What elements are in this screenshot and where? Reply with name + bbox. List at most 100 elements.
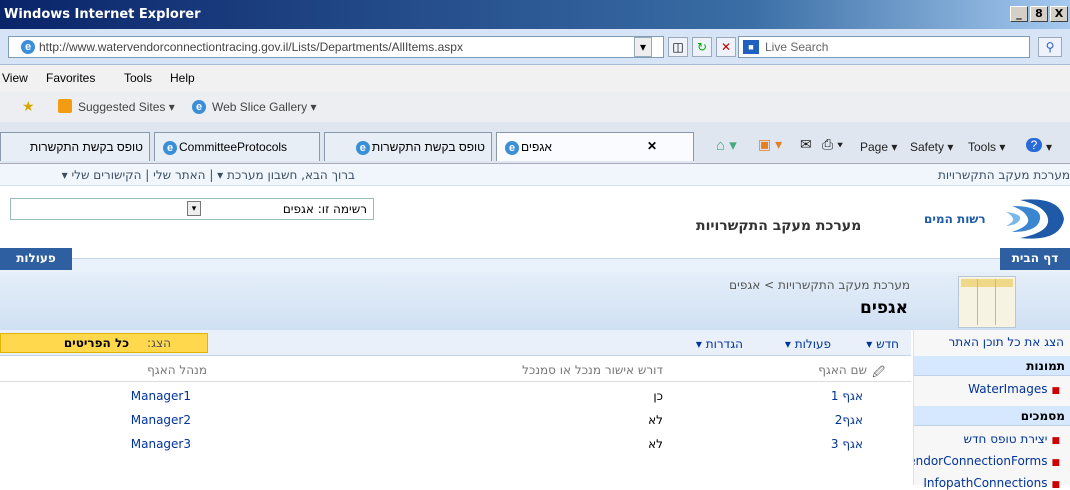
restore-button[interactable]: 8 [1030, 6, 1048, 22]
quick-item-waterimages[interactable]: ■WaterImages [914, 382, 1066, 396]
live-search-input[interactable]: ■ Live Search [738, 36, 1030, 58]
column-header-name[interactable]: שם האגף [818, 363, 867, 377]
refresh-icon[interactable]: ↻ [692, 37, 712, 57]
list-icon [958, 276, 1016, 328]
address-toolbar: e http://www.watervendorconnectiontracin… [0, 29, 1070, 65]
menu-favorites[interactable]: Favorites [46, 71, 95, 85]
menu-bar: View Favorites Tools Help [0, 65, 1070, 92]
row-name-link[interactable]: אגף 1 [831, 389, 863, 403]
settings-menu[interactable]: הגדרות ▾ [696, 337, 743, 351]
sp-top-strip: מערכת מעקב התקשרויות ברוך הבא, חשבון מער… [0, 164, 1070, 186]
quick-item-infopathconnections[interactable]: ■InfopathConnections [914, 476, 1066, 490]
row-requires-value: כן [653, 389, 663, 403]
row-name-link[interactable]: אגף 3 [831, 437, 863, 451]
quick-item-vendorconnectionforms[interactable]: ■VendorConnectionForms [914, 454, 1066, 468]
list-selector-dropdown-icon[interactable]: ▾ [187, 201, 201, 216]
new-menu[interactable]: חדש ▾ [866, 337, 899, 351]
home-tab[interactable]: דף הבית [1000, 248, 1070, 270]
ie-tab-icon: e [505, 140, 519, 155]
tab-contract-request-1[interactable]: טופס בקשת התקשרות [0, 132, 150, 161]
tab-committee-protocols[interactable]: e CommitteeProtocols [154, 132, 320, 161]
mail-icon[interactable]: ✉ [800, 136, 812, 153]
safety-menu[interactable]: Safety ▾ [910, 140, 953, 154]
quick-launch: הצג את כל תוכן האתר תמונות ■WaterImages … [913, 330, 1070, 490]
quick-heading-documents[interactable]: מסמכים [914, 406, 1070, 426]
tab-label: אגפים [521, 140, 552, 154]
table-row[interactable]: אגף2 לא Manager2 [0, 410, 911, 430]
view-selector[interactable]: הצג: כל הפריטים [0, 333, 208, 353]
list-toolbar: חדש ▾ פעולות ▾ הגדרות ▾ הצג: כל הפריטים [0, 330, 911, 356]
feeds-icon[interactable]: ▣ ▾ [758, 136, 782, 153]
water-authority-logo[interactable]: רשות המים [920, 194, 1066, 244]
bullet-icon: ■ [1051, 436, 1060, 446]
minimize-button[interactable]: _ [1010, 6, 1028, 22]
row-requires-value: לא [648, 437, 663, 451]
quick-item-label: InfopathConnections [923, 476, 1048, 490]
close-tab-icon[interactable]: ✕ [647, 139, 657, 153]
window-titlebar: Windows Internet Explorer _ 8 X [0, 0, 1070, 29]
bullet-icon: ■ [1051, 458, 1060, 468]
favorites-bar: ★ Suggested Sites ▾ e Web Slice Gallery … [0, 92, 1070, 122]
table-row[interactable]: אגף 1 כן Manager1 [0, 386, 911, 406]
close-window-button[interactable]: X [1050, 6, 1068, 22]
logo-text: רשות המים [924, 212, 986, 226]
address-url: http://www.watervendorconnectiontracing.… [39, 40, 463, 54]
row-requires-value: לא [648, 413, 663, 427]
tab-label: טופס בקשת התקשרות [29, 140, 143, 154]
ie-page-icon: e [21, 40, 35, 54]
quick-item-label: WaterImages [968, 382, 1048, 396]
list-column-headers: 🖉 שם האגף דורש אישור מנכל או סמנכל מנהל … [0, 356, 911, 382]
row-manager-link[interactable]: Manager1 [131, 389, 191, 403]
welcome-menu[interactable]: ברוך הבא, חשבון מערכת ▾ | האתר שלי | הקי… [62, 168, 355, 182]
quick-item-label: יצירת טופס חדש [963, 432, 1048, 446]
column-header-manager[interactable]: מנהל האגף [147, 363, 207, 377]
view-all-site-content-link[interactable]: הצג את כל תוכן האתר [948, 335, 1064, 349]
stop-icon[interactable]: ✕ [716, 37, 736, 57]
live-search-placeholder: Live Search [765, 40, 829, 54]
tab-label: CommitteeProtocols [179, 140, 288, 154]
list-selector[interactable]: רשימה זו: אגפים ▾ [10, 198, 374, 220]
address-input[interactable]: e http://www.watervendorconnectiontracin… [8, 36, 664, 58]
favorites-star-icon[interactable]: ★ [22, 98, 35, 115]
ie-tab-icon: e [163, 140, 177, 155]
web-slice-gallery-link[interactable]: Web Slice Gallery ▾ [212, 100, 317, 114]
address-dropdown-icon[interactable]: ▾ [634, 37, 652, 57]
list-selector-value: רשימה זו: אגפים [282, 202, 367, 216]
row-manager-link[interactable]: Manager2 [131, 413, 191, 427]
breadcrumb[interactable]: מערכת מעקב התקשרויות > אגפים [729, 278, 910, 292]
row-manager-link[interactable]: Manager3 [131, 437, 191, 451]
quick-item-label: VendorConnectionForms [914, 454, 1048, 468]
ie-tab-icon: e [355, 140, 370, 155]
page-menu[interactable]: Page ▾ [860, 140, 897, 154]
sp-header: רשימה זו: אגפים ▾ מערכת מעקב התקשרויות ר… [0, 186, 1070, 248]
row-name-link[interactable]: אגף2 [835, 413, 863, 427]
site-actions-button[interactable]: פעולות [0, 248, 72, 270]
table-row[interactable]: אגף 3 לא Manager3 [0, 434, 911, 454]
site-title[interactable]: מערכת מעקב התקשרויות [696, 218, 861, 234]
tab-bar: טופס בקשת התקשרות e CommitteeProtocols טו… [0, 122, 1070, 164]
menu-tools[interactable]: Tools [124, 71, 152, 85]
menu-view[interactable]: View [2, 71, 28, 85]
help-menu-arrow[interactable]: ▾ [1046, 140, 1052, 154]
page-title: אגפים [860, 298, 908, 318]
search-icon[interactable]: ⚲ [1038, 37, 1062, 57]
bullet-icon: ■ [1051, 386, 1060, 396]
tab-contract-request-2[interactable]: טופס בקשת התקשרותe [324, 132, 492, 161]
home-icon[interactable]: ⌂ ▾ [716, 136, 737, 154]
actions-menu[interactable]: פעולות ▾ [785, 337, 831, 351]
print-icon[interactable]: ⎙ ▾ [822, 136, 843, 153]
tab-label: טופס בקשת התקשרות [371, 140, 485, 154]
window-title: Windows Internet Explorer [4, 7, 201, 22]
attachment-column-icon: 🖉 [872, 365, 885, 379]
quick-heading-pictures[interactable]: תמונות [914, 356, 1070, 376]
suggested-sites-link[interactable]: Suggested Sites ▾ [78, 100, 175, 114]
tab-departments[interactable]: e אגפים ✕ [496, 132, 694, 161]
page-title-area: מערכת מעקב התקשרויות > אגפים אגפים [0, 272, 1070, 330]
site-breadcrumb-top[interactable]: מערכת מעקב התקשרויות [938, 168, 1070, 182]
help-icon[interactable]: ? [1026, 138, 1042, 152]
compat-view-icon[interactable]: ◫ [668, 37, 688, 57]
column-header-requires-approval[interactable]: דורש אישור מנכל או סמנכל [522, 363, 663, 377]
menu-help[interactable]: Help [170, 71, 195, 85]
tools-menu[interactable]: Tools ▾ [968, 140, 1005, 154]
quick-item-new-form[interactable]: ■יצירת טופס חדש [914, 432, 1066, 446]
